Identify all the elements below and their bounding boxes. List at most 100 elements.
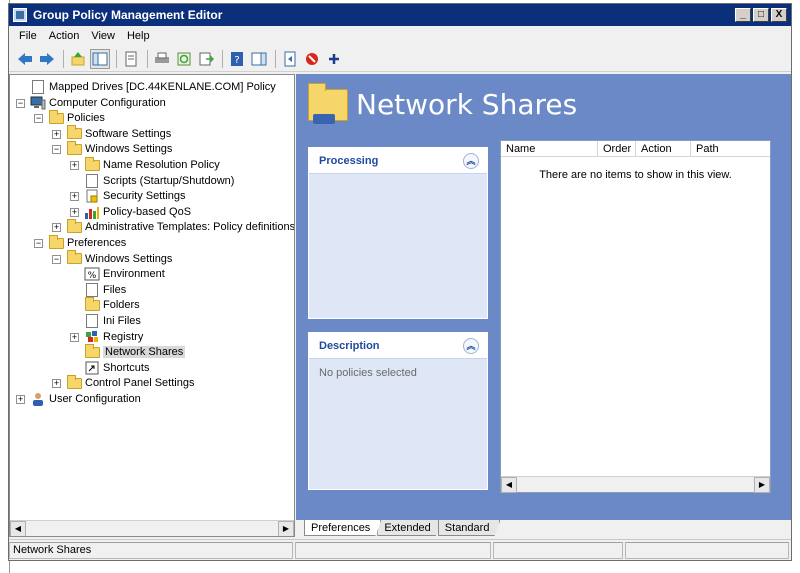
scroll-left-icon[interactable]: ◀ <box>10 520 26 536</box>
list-horizontal-scrollbar[interactable]: ◀ ▶ <box>501 476 770 493</box>
tree-node[interactable]: Windows Settings <box>66 250 172 267</box>
folder-icon <box>66 125 82 141</box>
tree-node[interactable]: Policy-based QoS <box>84 204 191 220</box>
tree-node-label: Computer Configuration <box>49 96 166 109</box>
show-hide-tree-icon[interactable] <box>90 48 110 69</box>
properties-icon[interactable] <box>121 49 141 69</box>
tree-node-label: Preferences <box>67 237 127 249</box>
menu-file[interactable]: File <box>13 28 43 44</box>
description-title: Description <box>319 339 380 352</box>
environment-icon: % <box>84 267 100 281</box>
list-header: Name Order Action Path <box>501 141 770 157</box>
tree-node[interactable]: Name Resolution Policy <box>84 156 220 173</box>
tree-node[interactable]: Ini Files <box>84 313 141 329</box>
toolbar-separator <box>147 49 148 68</box>
tree-expander[interactable]: − <box>34 114 43 124</box>
tab-preferences[interactable]: Preferences <box>304 520 381 536</box>
tree-node[interactable]: Shortcuts <box>84 360 149 376</box>
processing-panel-header[interactable]: Processing ︽ <box>309 148 487 174</box>
tree-node[interactable]: User Configuration <box>30 391 141 407</box>
tree-horizontal-scrollbar[interactable]: ◀ ▶ <box>10 520 294 536</box>
column-order[interactable]: Order <box>598 141 636 157</box>
tree-node[interactable]: Scripts (Startup/Shutdown) <box>84 173 234 189</box>
forward-icon[interactable] <box>37 49 57 69</box>
tree-node[interactable]: Security Settings <box>84 188 186 204</box>
tree-expander[interactable]: + <box>70 192 79 202</box>
tree-expander[interactable]: − <box>52 145 61 155</box>
scripts-icon <box>84 173 100 188</box>
tree-expander[interactable]: + <box>16 395 25 404</box>
maximize-button[interactable]: □ <box>753 8 769 22</box>
policy-icon <box>30 80 46 94</box>
tab-extended[interactable]: Extended <box>377 520 441 536</box>
column-name[interactable]: Name <box>501 141 598 157</box>
tree-node[interactable]: Files <box>84 282 126 298</box>
tree-expander[interactable]: + <box>70 207 79 217</box>
up-icon[interactable] <box>68 49 88 69</box>
collapse-chevron-icon[interactable]: ︽ <box>463 152 479 169</box>
tree-node-label: Environment <box>103 268 165 281</box>
tree-expander[interactable]: − <box>52 254 61 264</box>
folder-icon <box>66 218 82 234</box>
tree-expander[interactable]: − <box>16 98 25 108</box>
collapse-chevron-icon[interactable]: ︽ <box>463 337 479 354</box>
toolbar-separator <box>275 49 276 68</box>
move-icon[interactable] <box>280 49 300 69</box>
back-icon[interactable] <box>15 49 35 69</box>
menu-help[interactable]: Help <box>121 28 156 44</box>
tree-node[interactable]: Registry <box>84 329 143 345</box>
tab-standard[interactable]: Standard <box>438 520 501 536</box>
refresh-icon[interactable] <box>174 49 194 69</box>
description-panel-header[interactable]: Description ︽ <box>309 333 487 359</box>
network-share-icon <box>84 343 100 359</box>
tree-expander[interactable]: + <box>70 332 79 342</box>
export-list-icon[interactable] <box>196 49 216 69</box>
column-action[interactable]: Action <box>636 141 691 157</box>
console-tree[interactable]: Mapped Drives [DC.44KENLANE.COM] Policy −… <box>9 74 295 537</box>
scroll-left-icon[interactable]: ◀ <box>501 476 517 493</box>
title-bar[interactable]: Group Policy Management Editor _ □ X <box>9 4 791 26</box>
help-icon[interactable]: ? <box>227 49 247 69</box>
tree-node[interactable]: Preferences <box>48 234 127 251</box>
pane-header: Network Shares <box>308 82 577 124</box>
show-hide-action-pane-icon[interactable] <box>249 49 269 69</box>
items-list[interactable]: Name Order Action Path There are no item… <box>500 140 771 493</box>
tree-expander[interactable]: + <box>70 161 79 170</box>
tree-node-label: Software Settings <box>85 127 172 140</box>
tree-expander[interactable]: − <box>34 239 43 248</box>
toolbar-separator <box>116 49 117 68</box>
folder-icon <box>84 296 100 312</box>
view-tabs: Preferences Extended Standard <box>296 520 791 537</box>
tree-node[interactable]: Folders <box>84 296 140 313</box>
toolbar: ? <box>9 46 791 72</box>
tree-node[interactable]: Computer Configuration <box>30 95 166 111</box>
folder-icon <box>66 140 82 156</box>
tree-node[interactable]: Windows Settings <box>66 140 172 157</box>
minimize-button[interactable]: _ <box>735 8 751 22</box>
folder-icon <box>66 250 82 266</box>
user-icon <box>30 392 46 406</box>
processing-title: Processing <box>319 154 379 167</box>
empty-list-message: There are no items to show in this view. <box>539 169 732 181</box>
details-pane: Network Shares Processing ︽ Description … <box>296 74 791 520</box>
tree-expander[interactable]: + <box>52 379 61 389</box>
add-icon[interactable] <box>324 49 344 69</box>
scroll-right-icon[interactable]: ▶ <box>278 520 294 536</box>
tree-node[interactable]: Software Settings <box>66 125 172 142</box>
print-icon[interactable] <box>152 49 172 69</box>
scroll-right-icon[interactable]: ▶ <box>754 476 770 493</box>
menu-view[interactable]: View <box>85 28 121 44</box>
tree-node[interactable]: % Environment <box>84 266 165 282</box>
tree-node[interactable]: Network Shares <box>84 343 186 360</box>
tree-expander[interactable]: + <box>52 129 61 139</box>
tree-node[interactable]: Mapped Drives [DC.44KENLANE.COM] Policy <box>30 79 276 95</box>
scroll-track[interactable] <box>518 477 753 492</box>
close-button[interactable]: X <box>771 8 787 22</box>
tree-node[interactable]: Control Panel Settings <box>66 374 194 391</box>
tree-node[interactable]: Administrative Templates: Policy definit… <box>66 218 294 235</box>
tree-expander[interactable]: + <box>52 223 61 233</box>
column-path[interactable]: Path <box>691 141 770 157</box>
tree-node[interactable]: Policies <box>48 109 105 126</box>
stop-icon[interactable] <box>302 49 322 69</box>
menu-action[interactable]: Action <box>43 28 86 44</box>
